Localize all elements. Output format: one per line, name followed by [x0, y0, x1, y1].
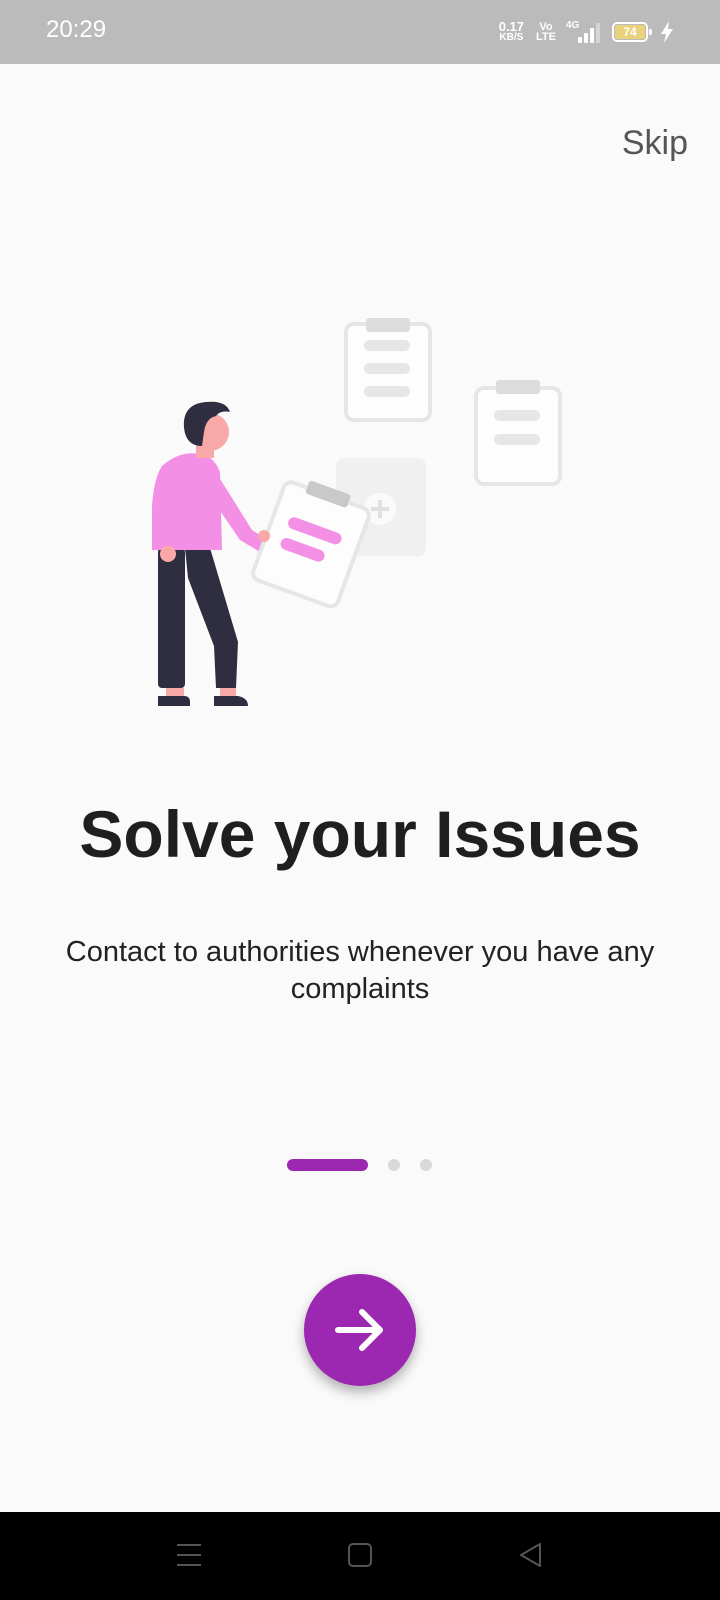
page-title: Solve your Issues — [79, 797, 641, 871]
home-square-icon[interactable] — [345, 1540, 375, 1570]
onboarding-illustration — [152, 318, 562, 706]
charging-bolt-icon — [661, 21, 673, 43]
battery-icon: 74 — [612, 22, 652, 42]
volte-bottom: LTE — [536, 31, 556, 43]
network-speed-value: 0.17 — [498, 19, 525, 34]
network-type: 4G — [566, 20, 580, 31]
system-navigation-bar — [0, 1512, 720, 1600]
arrow-right-icon — [335, 1309, 383, 1351]
skip-button[interactable]: Skip — [622, 124, 688, 163]
volte-icon: Vo LTE — [536, 22, 556, 43]
signal-bar — [578, 37, 582, 43]
page-indicator-dot — [388, 1159, 400, 1171]
page-indicator — [287, 1159, 432, 1171]
clipboard-icon — [344, 318, 432, 422]
signal-bar — [584, 33, 588, 43]
network-speed-unit: KB/S — [499, 32, 524, 43]
next-button[interactable] — [304, 1274, 416, 1386]
page-indicator-dot-active — [287, 1159, 368, 1171]
status-bar: 20:29 0.17 KB/S Vo LTE 4G 74 — [0, 0, 720, 64]
back-triangle-icon[interactable] — [516, 1540, 546, 1570]
clipboard-icon — [474, 380, 562, 486]
signal-bar — [596, 23, 600, 43]
signal-bar — [590, 28, 594, 43]
network-speed: 0.17 KB/S — [498, 19, 525, 43]
status-time: 20:29 — [46, 16, 107, 43]
page-indicator-dot — [420, 1159, 432, 1171]
battery-level: 74 — [615, 25, 645, 39]
menu-icon[interactable] — [174, 1540, 204, 1570]
status-icons: 0.17 KB/S Vo LTE 4G 74 — [499, 18, 674, 46]
person-figure — [152, 401, 268, 706]
signal-icon: 4G — [566, 20, 600, 43]
page-subtitle: Contact to authorities whenever you have… — [65, 936, 655, 1005]
